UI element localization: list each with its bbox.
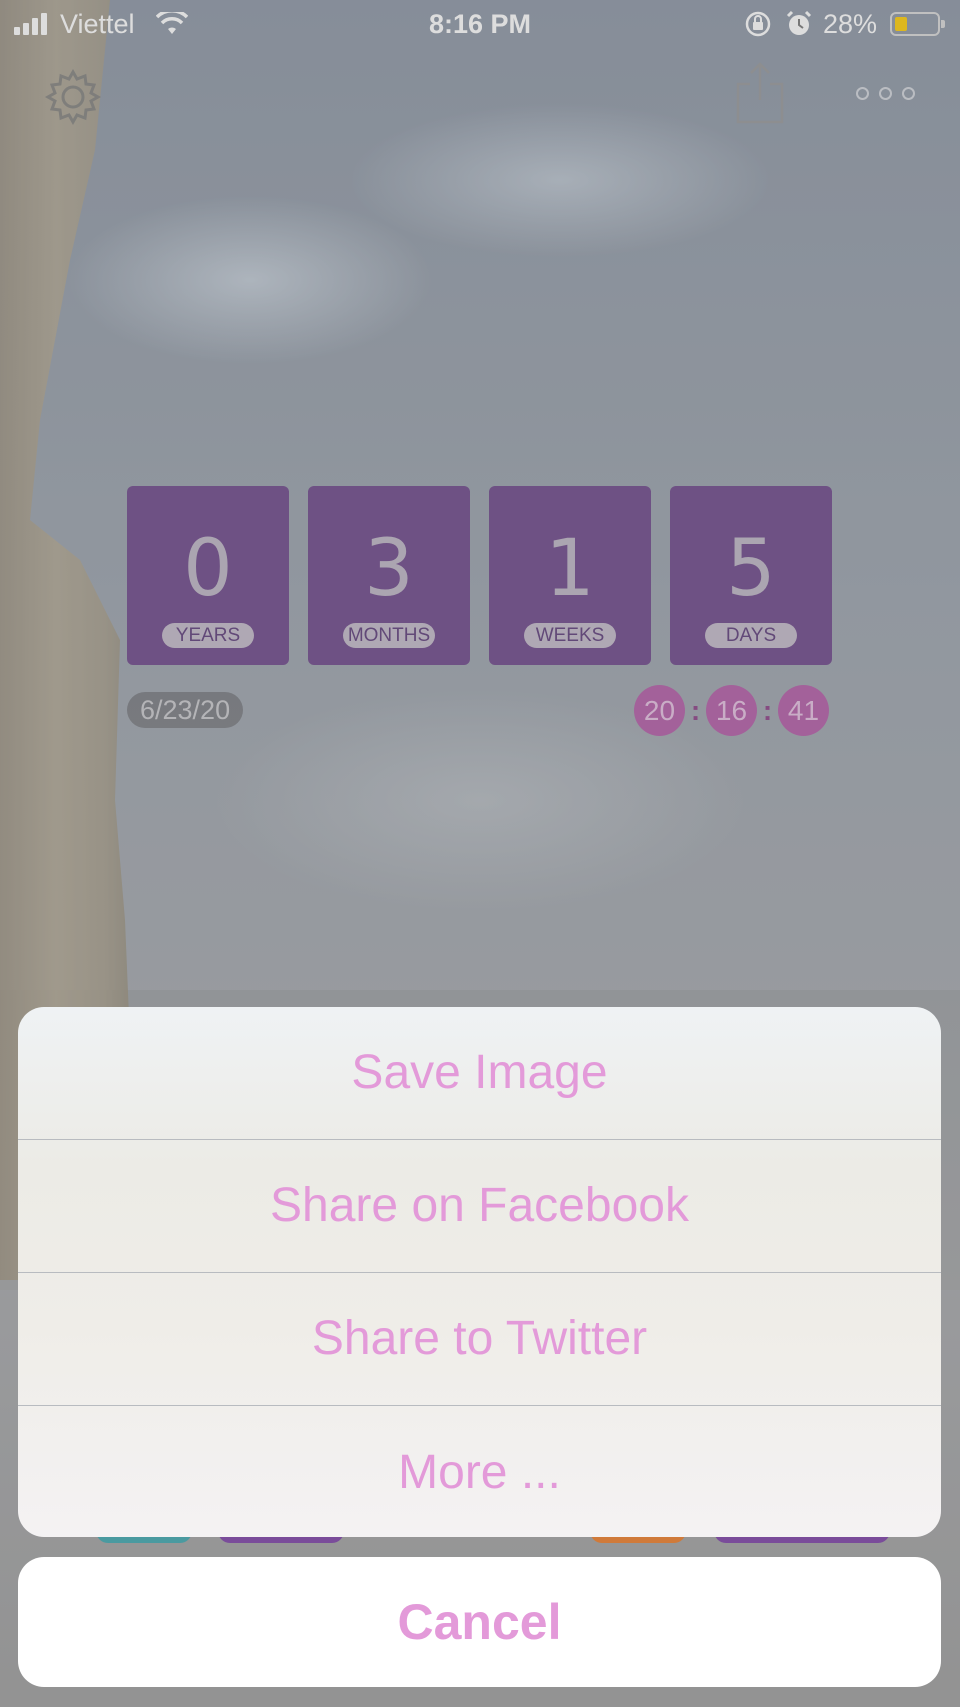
more-options-button[interactable]: More ... [18, 1406, 941, 1537]
share-twitter-button[interactable]: Share to Twitter [18, 1273, 941, 1406]
save-image-button[interactable]: Save Image [18, 1007, 941, 1140]
share-facebook-button[interactable]: Share on Facebook [18, 1140, 941, 1273]
action-sheet: Save Image Share on Facebook Share to Tw… [18, 1007, 941, 1537]
cancel-button[interactable]: Cancel [18, 1557, 941, 1687]
